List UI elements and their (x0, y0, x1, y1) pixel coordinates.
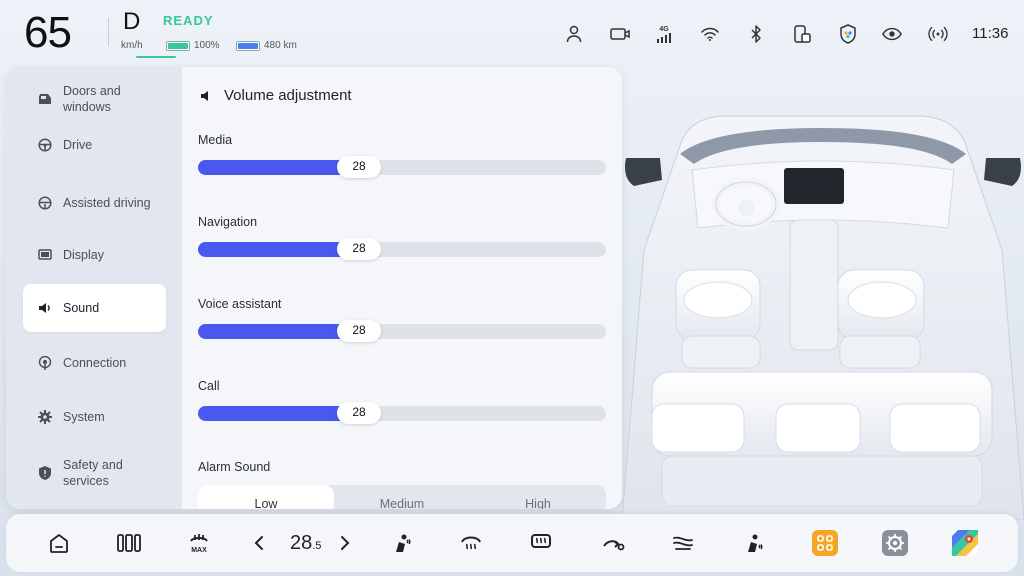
status-bar: 65 D km/h READY 100% 480 km 4G 11:36 (0, 0, 1024, 64)
security-shield-icon[interactable] (838, 24, 858, 44)
dashcam-icon[interactable] (610, 24, 630, 44)
volume-slider-track[interactable]: 28 (198, 402, 606, 424)
battery-percent: 100% (194, 40, 220, 51)
display-icon (37, 247, 53, 263)
volume-slider-label: Call (198, 379, 220, 393)
broadcast-icon[interactable] (928, 24, 948, 44)
gear-icon (37, 409, 53, 425)
max-defrost-icon[interactable]: MAX (186, 530, 212, 556)
eye-icon[interactable] (882, 24, 902, 44)
antenna-icon (37, 355, 53, 371)
temperature-main: 28 (290, 532, 313, 554)
range-icon (236, 40, 260, 51)
volume-slider-track[interactable]: 28 (198, 320, 606, 342)
car-interior-render (621, 100, 1024, 521)
svg-text:MAX: MAX (191, 547, 207, 554)
sidebar-item-label: Drive (63, 138, 93, 152)
sidebar-item-display[interactable]: Display (23, 239, 166, 271)
volume-icon (201, 90, 208, 101)
cellular-signal-icon: 4G (654, 24, 674, 44)
volume-slider-fill (198, 242, 353, 257)
volume-slider-label: Navigation (198, 215, 258, 229)
signal-label: 4G (659, 25, 669, 33)
sidebar-item-label: Safety and services (63, 458, 123, 488)
ready-indicator: READY (163, 13, 214, 28)
bluetooth-icon[interactable] (746, 24, 766, 44)
sidebar-item-system[interactable]: System (23, 401, 166, 433)
section-title: Volume adjustment (200, 87, 352, 104)
sidebar-item-label: Display (63, 248, 104, 262)
air-recirculation-icon[interactable] (600, 530, 626, 556)
sidebar-item-drive[interactable]: Drive (23, 129, 166, 161)
alarm-sound-selector: Low Medium High (198, 485, 606, 509)
status-divider (108, 18, 109, 46)
volume-slider-track[interactable]: 28 (198, 156, 606, 178)
bottom-dock: MAX 28.5 (6, 514, 1018, 572)
alarm-sound-label: Alarm Sound (198, 460, 271, 474)
seat-heat-passenger-icon[interactable] (742, 530, 768, 556)
home-icon[interactable] (46, 530, 72, 556)
sidebar-item-doors-and-windows[interactable]: Doors and windows (23, 75, 166, 123)
user-icon[interactable] (564, 24, 584, 44)
alarm-option-low[interactable]: Low (198, 485, 334, 509)
seat-ventilation-icon[interactable] (670, 530, 696, 556)
volume-slider-track[interactable]: 28 (198, 238, 606, 260)
front-defrost-icon[interactable] (458, 530, 484, 556)
volume-slider-label: Voice assistant (198, 297, 282, 311)
speed-unit: km/h (121, 40, 143, 51)
sidebar-item-label: Sound (63, 301, 100, 315)
volume-slider-fill (198, 160, 353, 175)
temp-increase-icon[interactable] (332, 530, 358, 556)
maps-app-icon[interactable] (952, 530, 978, 556)
volume-slider-value: 28 (352, 241, 366, 255)
section-title-text: Volume adjustment (224, 87, 352, 104)
speaker-icon (37, 300, 53, 316)
volume-slider-label: Media (198, 133, 233, 147)
sound-settings-content: Volume adjustment Media 28 Navigation 28 Voi… (182, 67, 622, 509)
gear-indicator: D (123, 8, 141, 35)
sidebar-item-safety-and-services[interactable]: Safety and services (23, 449, 166, 497)
settings-panel: Doors and windows Drive Assisted driving… (6, 67, 622, 509)
assist-steering-icon (37, 195, 53, 211)
sidebar-item-label: System (63, 410, 105, 424)
sidebar-item-connection[interactable]: Connection (23, 347, 166, 379)
rear-defrost-icon[interactable] (528, 530, 554, 556)
range-status: 480 km (236, 40, 297, 51)
temperature-decimal: .5 (312, 540, 322, 552)
volume-slider-value: 28 (352, 323, 366, 337)
alarm-option-medium[interactable]: Medium (334, 485, 470, 509)
battery-status: 100% (166, 40, 220, 51)
phone-connect-icon[interactable] (792, 24, 812, 44)
settings-sidebar: Doors and windows Drive Assisted driving… (6, 67, 182, 509)
temperature-display: 28.5 (290, 532, 321, 555)
sidebar-item-assisted-driving[interactable]: Assisted driving (23, 179, 166, 227)
sidebar-item-sound[interactable]: Sound (23, 284, 166, 332)
alarm-option-high[interactable]: High (470, 485, 606, 509)
seat-heat-driver-icon[interactable] (388, 530, 414, 556)
sidebar-item-label: Assisted driving (63, 196, 151, 210)
volume-slider-fill (198, 406, 353, 421)
steering-wheel-icon (37, 137, 53, 153)
volume-slider-value: 28 (352, 159, 366, 173)
sidebar-item-label: Connection (63, 356, 127, 370)
range-value: 480 km (264, 40, 297, 51)
split-screen-icon[interactable] (116, 530, 142, 556)
speed-readout: 65 (24, 8, 72, 57)
volume-slider-value: 28 (352, 405, 366, 419)
clock: 11:36 (972, 25, 1009, 42)
status-underline (136, 56, 176, 58)
sidebar-item-label: Doors and windows (63, 84, 121, 114)
wifi-icon[interactable] (700, 24, 720, 44)
shield-icon (37, 465, 53, 481)
settings-app-icon[interactable] (882, 530, 908, 556)
battery-icon (166, 40, 190, 51)
volume-slider-fill (198, 324, 353, 339)
apps-grid-icon[interactable] (812, 530, 838, 556)
temp-decrease-icon[interactable] (246, 530, 272, 556)
car-door-icon (37, 91, 53, 107)
